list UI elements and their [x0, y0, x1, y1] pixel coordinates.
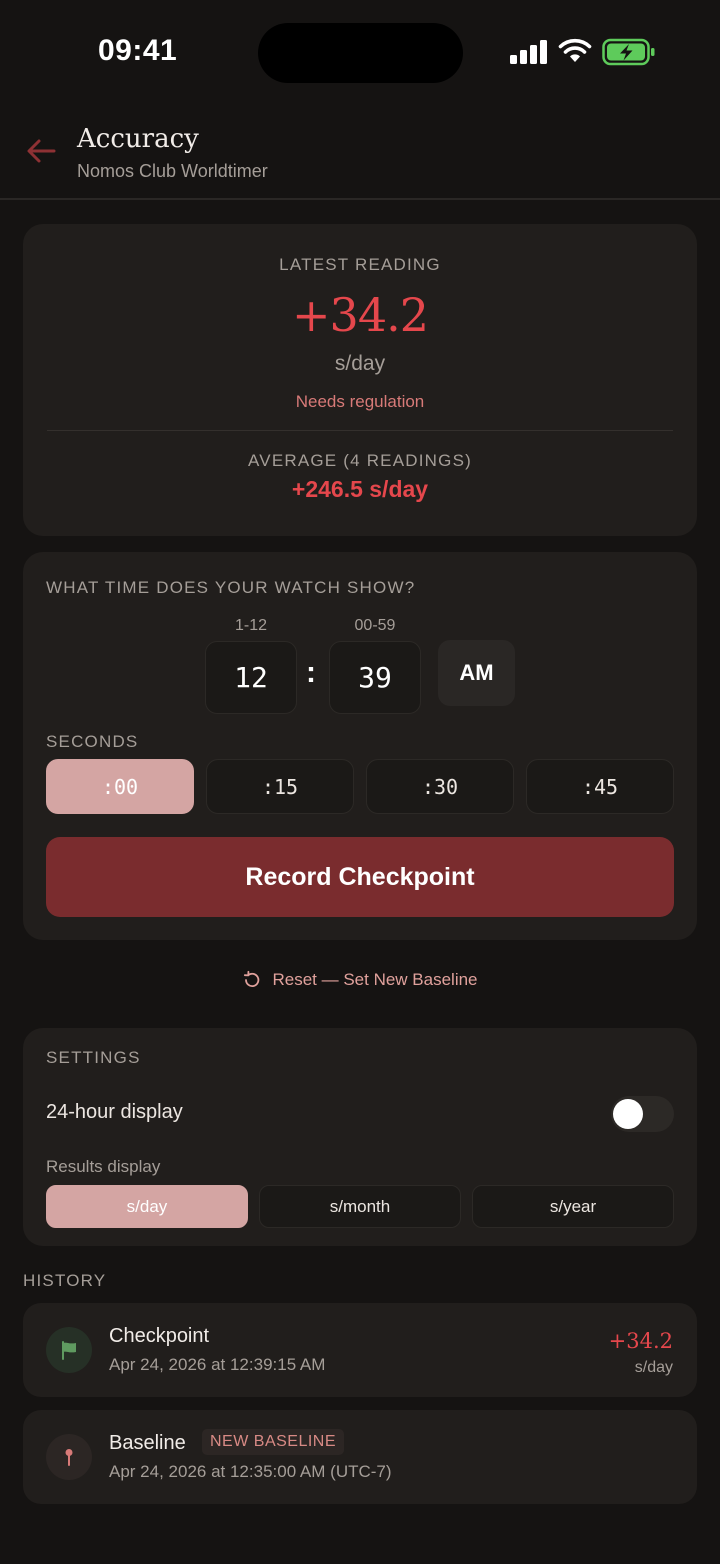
status-time: 09:41	[98, 34, 178, 67]
seconds-option-15[interactable]: :15	[206, 759, 354, 814]
results-display-label: Results display	[46, 1157, 161, 1176]
divider	[47, 430, 673, 431]
seconds-option-45[interactable]: :45	[526, 759, 674, 814]
history-item-unit: s/day	[634, 1359, 673, 1376]
results-option-month[interactable]: s/month	[259, 1185, 461, 1228]
history-item-title: Checkpoint	[109, 1325, 210, 1347]
reset-baseline-link[interactable]: Reset — Set New Baseline	[0, 966, 720, 994]
history-item-value: +34.2	[608, 1329, 673, 1353]
record-checkpoint-button[interactable]: Record Checkpoint	[46, 837, 674, 917]
pin-icon	[65, 1449, 73, 1466]
signal-icon	[510, 40, 547, 64]
am-pm-toggle[interactable]: AM	[438, 640, 515, 706]
settings-card: SETTINGS 24-hour display Results display…	[23, 1028, 697, 1246]
hour-input[interactable]: 12	[205, 641, 297, 714]
seconds-option-30[interactable]: :30	[366, 759, 514, 814]
results-option-year[interactable]: s/year	[472, 1185, 674, 1228]
settings-label: SETTINGS	[46, 1048, 141, 1067]
minute-range-label: 00-59	[354, 617, 396, 634]
wifi-icon	[558, 38, 592, 62]
history-item-time: Apr 24, 2026 at 12:39:15 AM	[109, 1355, 326, 1374]
latest-reading-card: LATEST READING +34.2 s/day Needs regulat…	[23, 224, 697, 536]
seconds-option-00[interactable]: :00	[46, 759, 194, 814]
header: Accuracy Nomos Club Worldtimer	[0, 100, 720, 200]
latest-reading-label: LATEST READING	[279, 255, 441, 274]
toggle-knob	[613, 1099, 643, 1129]
history-item-baseline[interactable]: Baseline NEW BASELINE Apr 24, 2026 at 12…	[23, 1410, 697, 1504]
history-item-title: Baseline	[109, 1432, 186, 1454]
dynamic-island	[258, 23, 463, 83]
flag-icon	[62, 1341, 76, 1360]
history-item-time: Apr 24, 2026 at 12:35:00 AM (UTC-7)	[109, 1462, 392, 1481]
latest-reading-unit: s/day	[334, 352, 386, 375]
status-bar: 09:41	[0, 0, 720, 100]
24-hour-display-toggle[interactable]	[611, 1096, 674, 1132]
battery-charging-icon	[602, 38, 655, 66]
seconds-label: SECONDS	[46, 732, 139, 751]
watch-name: Nomos Club Worldtimer	[77, 161, 268, 181]
results-option-day[interactable]: s/day	[46, 1185, 248, 1228]
new-baseline-badge: NEW BASELINE	[202, 1429, 345, 1455]
time-separator: :	[306, 656, 316, 689]
24-hour-display-label: 24-hour display	[46, 1101, 183, 1123]
average-label: AVERAGE (4 READINGS)	[248, 451, 472, 470]
checkpoint-icon-badge	[46, 1327, 92, 1373]
page-title: Accuracy	[77, 124, 199, 154]
reading-status: Needs regulation	[295, 392, 425, 411]
history-item-checkpoint[interactable]: Checkpoint Apr 24, 2026 at 12:39:15 AM +…	[23, 1303, 697, 1397]
rotate-ccw-icon	[244, 970, 260, 988]
history-label: HISTORY	[23, 1271, 107, 1290]
baseline-icon-badge	[46, 1434, 92, 1480]
time-entry-card: WHAT TIME DOES YOUR WATCH SHOW? 1-12 00-…	[23, 552, 697, 940]
average-value: +246.5 s/day	[291, 476, 429, 502]
arrow-left-icon[interactable]	[24, 136, 58, 166]
latest-reading-value: +34.2	[292, 288, 429, 342]
reset-baseline-label: Reset — Set New Baseline	[272, 970, 478, 989]
time-question-label: WHAT TIME DOES YOUR WATCH SHOW?	[46, 578, 416, 597]
hour-range-label: 1-12	[234, 617, 268, 634]
minute-input[interactable]: 39	[329, 641, 421, 714]
